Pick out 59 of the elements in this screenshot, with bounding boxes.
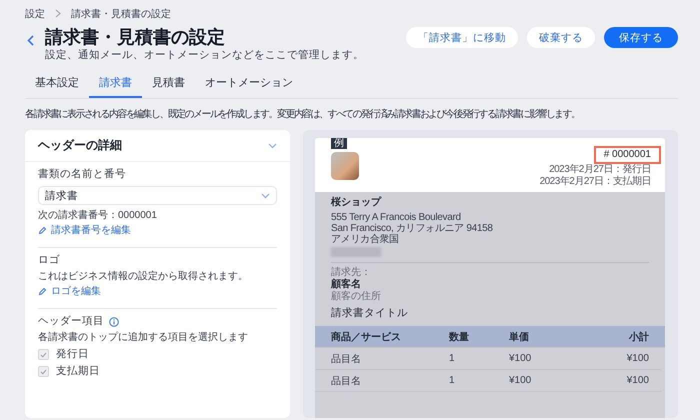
action-button[interactable]: 破棄する bbox=[527, 27, 595, 48]
back-button[interactable] bbox=[27, 35, 34, 46]
info-icon bbox=[109, 316, 119, 326]
checkbox-label: 発行日 bbox=[56, 348, 89, 361]
page-subtitle: 設定、通知メール、オートメーションなどをここで管理します。 bbox=[45, 48, 365, 62]
bill-to-label: 請求先： bbox=[331, 267, 372, 278]
column-header: 数量 bbox=[449, 330, 470, 344]
field-label: 書類の名前と番号 bbox=[38, 168, 127, 181]
document-type-dropdown[interactable]: 請求書 bbox=[38, 186, 277, 205]
address-line: アメリカ合衆国 bbox=[331, 234, 400, 245]
chevron-down-icon bbox=[268, 142, 277, 148]
edit-link[interactable]: 請求書番号を編集 bbox=[38, 224, 131, 237]
chevron-down-icon bbox=[261, 192, 270, 198]
table-cell-text: 1 bbox=[449, 375, 456, 386]
column-header: 小計 bbox=[628, 330, 649, 344]
tab[interactable]: 見積書 bbox=[142, 70, 195, 98]
table-cell-text: ¥100 bbox=[626, 375, 649, 386]
section-label: ヘッダー項目 bbox=[38, 315, 104, 328]
table-cell-text: 1 bbox=[449, 353, 456, 364]
sample-badge: 例 bbox=[331, 138, 347, 149]
customer-name: 顧客名 bbox=[331, 279, 362, 290]
column-header: 単価 bbox=[509, 330, 530, 344]
next-number-text: 次の請求書番号：0000001 bbox=[38, 209, 158, 222]
column-header: 商品／サービス bbox=[331, 330, 402, 344]
tab[interactable]: オートメーション bbox=[195, 70, 303, 98]
invoice-date: 2023年2月27日：発行日 bbox=[548, 164, 652, 176]
section-label: ロゴ bbox=[38, 254, 61, 267]
checkbox-label: 支払期日 bbox=[56, 365, 100, 378]
edit-link[interactable]: ロゴを編集 bbox=[38, 285, 101, 298]
business-name: 桜ショップ bbox=[331, 197, 382, 209]
pencil-icon bbox=[38, 226, 47, 235]
breadcrumb-link[interactable]: 請求書・見積書の設定 bbox=[71, 6, 171, 20]
logo-photo-placeholder bbox=[331, 152, 359, 180]
table-cell-text: ¥100 bbox=[509, 375, 532, 386]
tab[interactable]: 請求書 bbox=[89, 70, 142, 98]
invoice-date: 2023年2月27日：支払期日 bbox=[540, 176, 652, 188]
address-line: 555 Terry A Francois Boulevard bbox=[331, 212, 462, 223]
checkmark-icon bbox=[40, 352, 47, 358]
table-cell-text: 品目名 bbox=[331, 352, 362, 366]
pencil-icon bbox=[38, 287, 47, 296]
checkmark-icon bbox=[40, 368, 47, 374]
address-line: San Francisco, カリフォルニア 94158 bbox=[331, 223, 494, 234]
table-cell-text: 品目名 bbox=[331, 374, 362, 388]
breadcrumb-link[interactable]: 設定 bbox=[25, 6, 45, 20]
customer-address: 顧客の住所 bbox=[331, 291, 382, 303]
tab[interactable]: 基本設定 bbox=[25, 70, 89, 98]
section-title: ヘッダーの詳細 bbox=[38, 137, 122, 154]
chevron-right-icon bbox=[55, 9, 61, 18]
table-cell-text: ¥100 bbox=[509, 353, 532, 364]
section-hint: 各請求書のトップに追加する項目を選択します bbox=[38, 331, 249, 344]
action-button[interactable]: 「請求書」に移動 bbox=[406, 27, 518, 48]
table-cell-text: ¥100 bbox=[626, 353, 649, 364]
blurred-placeholder bbox=[331, 247, 381, 257]
logo-note: これはビジネス情報の設定から取得されます。 bbox=[38, 270, 249, 283]
save-button[interactable]: 保存する bbox=[604, 27, 678, 48]
invoice-title: 請求書タイトル bbox=[331, 307, 409, 320]
description-text: 各請求書に表示される内容を編集し、既定のメールを作成します。変更内容は、すべての発行済み請求書および今後発行する請求書に影響します。 bbox=[25, 108, 580, 121]
page-title: 請求書・見積書の設定 bbox=[45, 26, 226, 48]
invoice-number: # 0000001 bbox=[594, 146, 661, 164]
